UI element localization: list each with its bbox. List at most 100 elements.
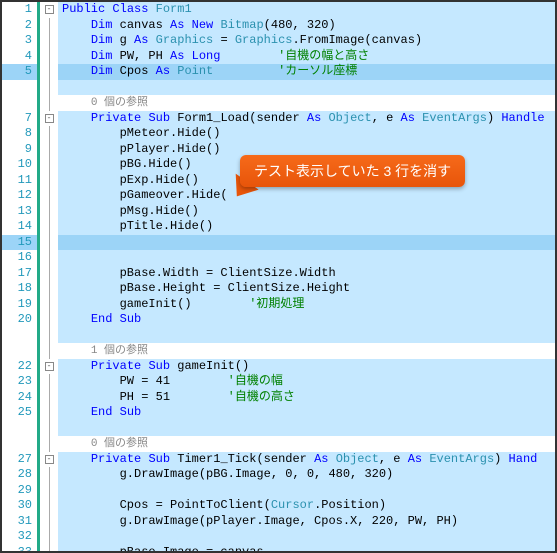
code-line[interactable] — [58, 483, 555, 499]
line-number: 3 — [2, 33, 37, 49]
fold-marker — [40, 483, 58, 499]
line-number: 4 — [2, 49, 37, 65]
line-number: 10 — [2, 157, 37, 173]
fold-marker — [40, 467, 58, 483]
line-number: 1 — [2, 2, 37, 18]
code-line[interactable]: pTitle.Hide() — [58, 219, 555, 235]
fold-marker — [40, 188, 58, 204]
line-number: 9 — [2, 142, 37, 158]
line-number: 28 — [2, 467, 37, 483]
code-line[interactable]: Dim g As Graphics = Graphics.FromImage(c… — [58, 33, 555, 49]
line-number: 11 — [2, 173, 37, 189]
fold-marker — [40, 498, 58, 514]
fold-marker — [40, 297, 58, 313]
fold-marker — [40, 235, 58, 251]
code-line[interactable]: pBase.Height = ClientSize.Height — [58, 281, 555, 297]
line-number — [2, 328, 37, 344]
code-line[interactable]: Public Class Form1 — [58, 2, 555, 18]
fold-marker[interactable]: - — [40, 359, 58, 375]
code-line[interactable]: PH = 51 '自機の高さ — [58, 390, 555, 406]
code-line[interactable]: 1 個の参照 — [58, 343, 555, 359]
code-line[interactable]: pMeteor.Hide() — [58, 126, 555, 142]
fold-marker — [40, 421, 58, 437]
line-number: 32 — [2, 529, 37, 545]
code-line[interactable] — [58, 328, 555, 344]
line-number: 2 — [2, 18, 37, 34]
code-line[interactable]: g.DrawImage(pBG.Image, 0, 0, 480, 320) — [58, 467, 555, 483]
line-number: 13 — [2, 204, 37, 220]
line-number: 31 — [2, 514, 37, 530]
collapse-icon[interactable]: - — [45, 5, 54, 14]
code-line[interactable]: pGameover.Hide( — [58, 188, 555, 204]
code-line[interactable]: 0 個の参照 — [58, 436, 555, 452]
line-number: 17 — [2, 266, 37, 282]
code-area[interactable]: Public Class Form1 Dim canvas As New Bit… — [58, 2, 555, 551]
line-number — [2, 421, 37, 437]
code-line[interactable]: End Sub — [58, 312, 555, 328]
fold-marker — [40, 142, 58, 158]
code-line[interactable]: Private Sub Timer1_Tick(sender As Object… — [58, 452, 555, 468]
code-line[interactable] — [58, 80, 555, 96]
fold-marker — [40, 173, 58, 189]
fold-marker[interactable]: - — [40, 111, 58, 127]
fold-marker — [40, 80, 58, 96]
code-line[interactable]: pBase.Width = ClientSize.Width — [58, 266, 555, 282]
collapse-icon[interactable]: - — [45, 362, 54, 371]
fold-marker — [40, 514, 58, 530]
code-line[interactable] — [58, 529, 555, 545]
code-line[interactable]: Dim canvas As New Bitmap(480, 320) — [58, 18, 555, 34]
line-number: 7 — [2, 111, 37, 127]
code-line[interactable]: Cpos = PointToClient(Cursor.Position) — [58, 498, 555, 514]
line-number: 29 — [2, 483, 37, 499]
code-line[interactable]: gameInit() '初期処理 — [58, 297, 555, 313]
code-line[interactable]: g.DrawImage(pPlayer.Image, Cpos.X, 220, … — [58, 514, 555, 530]
code-editor: 1234578910111213141516171819202223242527… — [0, 0, 557, 553]
line-number — [2, 436, 37, 452]
fold-marker — [40, 281, 58, 297]
fold-marker[interactable]: - — [40, 2, 58, 18]
collapse-icon[interactable]: - — [45, 455, 54, 464]
code-line[interactable]: End Sub — [58, 405, 555, 421]
fold-marker — [40, 95, 58, 111]
code-line[interactable]: 0 個の参照 — [58, 95, 555, 111]
fold-marker — [40, 126, 58, 142]
code-line[interactable]: pBase.Image = canvas — [58, 545, 555, 552]
line-number: 19 — [2, 297, 37, 313]
line-number: 25 — [2, 405, 37, 421]
code-line[interactable]: PW = 41 '自機の幅 — [58, 374, 555, 390]
reference-lens[interactable]: 1 個の参照 — [91, 345, 148, 357]
code-line[interactable] — [58, 421, 555, 437]
line-number: 12 — [2, 188, 37, 204]
fold-marker — [40, 436, 58, 452]
code-line[interactable]: Private Sub Form1_Load(sender As Object,… — [58, 111, 555, 127]
line-number-gutter: 1234578910111213141516171819202223242527… — [2, 2, 40, 551]
collapse-icon[interactable]: - — [45, 114, 54, 123]
code-line[interactable]: pMsg.Hide() — [58, 204, 555, 220]
code-line[interactable]: Dim Cpos As Point 'カーソル座標 — [58, 64, 555, 80]
line-number: 24 — [2, 390, 37, 406]
line-number: 8 — [2, 126, 37, 142]
line-number — [2, 80, 37, 96]
line-number: 20 — [2, 312, 37, 328]
fold-marker[interactable]: - — [40, 452, 58, 468]
line-number — [2, 95, 37, 111]
fold-marker — [40, 374, 58, 390]
code-line[interactable]: Dim PW, PH As Long '自機の幅と高さ — [58, 49, 555, 65]
line-number: 33 — [2, 545, 37, 553]
code-line[interactable] — [58, 235, 555, 251]
code-line[interactable]: Private Sub gameInit() — [58, 359, 555, 375]
fold-marker — [40, 529, 58, 545]
reference-lens[interactable]: 0 個の参照 — [91, 97, 148, 109]
fold-marker — [40, 157, 58, 173]
code-line[interactable] — [58, 250, 555, 266]
fold-marker — [40, 49, 58, 65]
reference-lens[interactable]: 0 個の参照 — [91, 438, 148, 450]
fold-marker — [40, 18, 58, 34]
line-number: 16 — [2, 250, 37, 266]
fold-marker — [40, 204, 58, 220]
fold-marker — [40, 405, 58, 421]
line-number: 30 — [2, 498, 37, 514]
line-number: 18 — [2, 281, 37, 297]
line-number: 22 — [2, 359, 37, 375]
fold-marker — [40, 266, 58, 282]
